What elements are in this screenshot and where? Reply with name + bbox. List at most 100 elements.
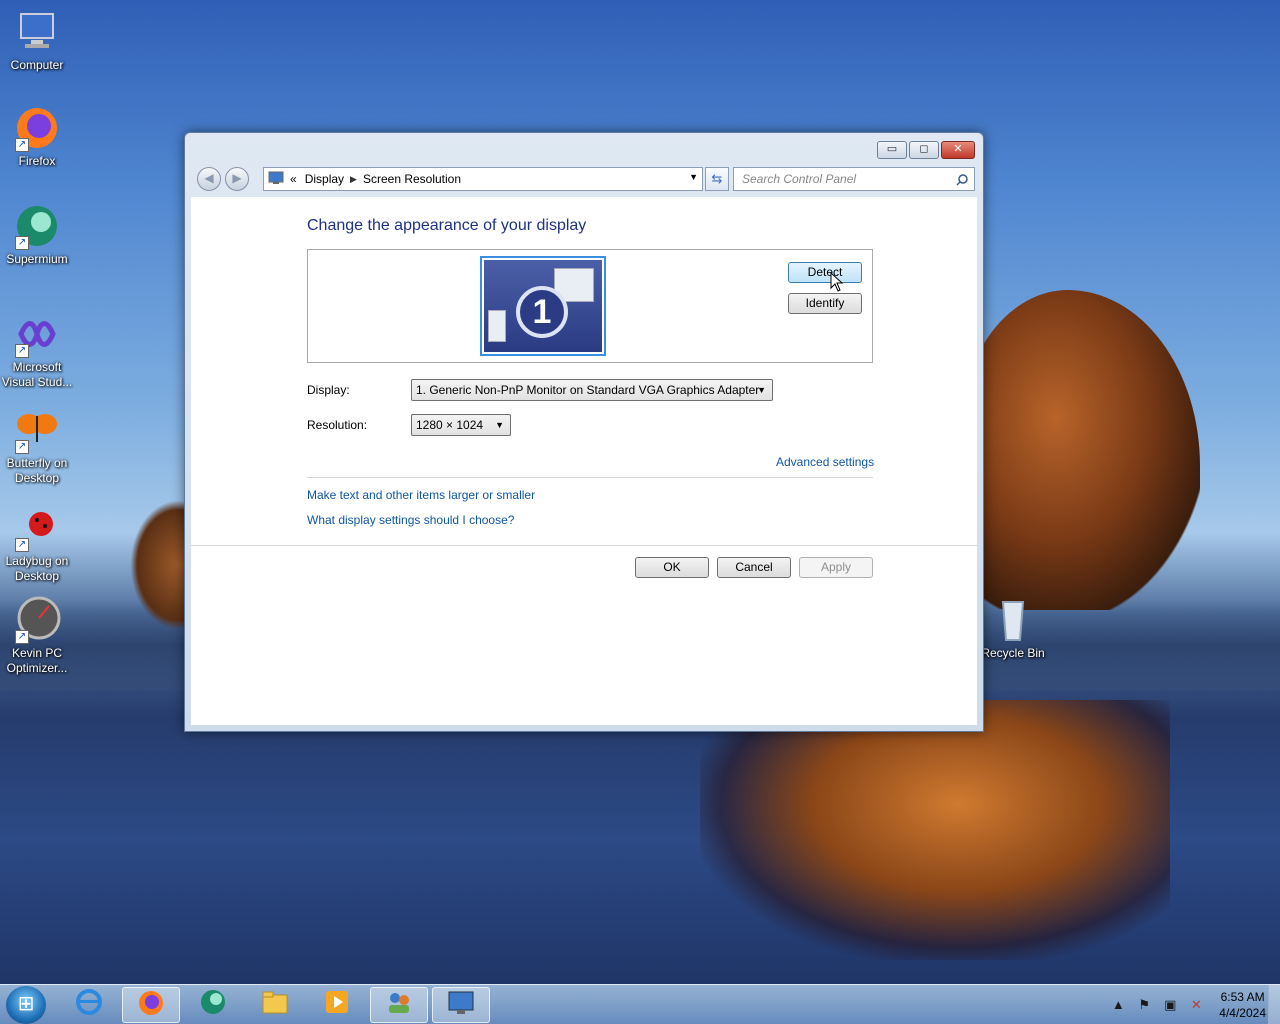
- forward-arrow-icon: ▶: [232, 171, 242, 185]
- taskbar-media-player[interactable]: [308, 987, 366, 1023]
- chevron-down-icon: ▼: [757, 385, 766, 395]
- search-input[interactable]: Search Control Panel: [733, 167, 975, 191]
- address-bar[interactable]: « Display ▶ Screen Resolution ▼: [263, 167, 703, 191]
- media-player-icon: [322, 991, 352, 1022]
- desktop-icon-label: Ladybug on Desktop: [5, 554, 69, 583]
- address-dropdown-icon[interactable]: ▼: [689, 172, 698, 182]
- desktop-icon-visual-studio[interactable]: ↗ Microsoft Visual Stud...: [0, 310, 74, 390]
- display-select[interactable]: 1. Generic Non-PnP Monitor on Standard V…: [411, 379, 773, 401]
- page-title: Change the appearance of your display: [307, 217, 587, 234]
- taskbar-firefox[interactable]: [122, 987, 180, 1023]
- taskbar-users-app[interactable]: [370, 987, 428, 1023]
- shortcut-arrow-icon: ↗: [15, 538, 29, 552]
- breadcrumb-display[interactable]: Display: [305, 172, 344, 186]
- taskbar-internet-explorer[interactable]: [60, 987, 118, 1023]
- computer-icon: [13, 8, 61, 56]
- clock[interactable]: 6:53 AM 4/4/2024: [1219, 989, 1266, 1021]
- wallpaper-reflection: [700, 700, 1170, 960]
- desktop-icon-pc-optimizer[interactable]: ↗ Kevin PC Optimizer...: [0, 596, 74, 676]
- refresh-icon: ⇆: [711, 171, 723, 186]
- resolution-select[interactable]: 1280 × 1024 ▼: [411, 414, 511, 436]
- display-label: Display:: [307, 383, 350, 397]
- taskbar-supermium[interactable]: [184, 987, 242, 1023]
- desktop-icon-label: Microsoft Visual Stud...: [1, 360, 73, 389]
- shortcut-arrow-icon: ↗: [15, 236, 29, 250]
- internet-explorer-icon: [74, 989, 104, 1022]
- shortcut-arrow-icon: ↗: [15, 344, 29, 358]
- divider: [307, 477, 873, 478]
- search-placeholder: Search Control Panel: [742, 172, 857, 186]
- mini-sidebar-icon: [488, 310, 506, 342]
- desktop-icon-butterfly[interactable]: ↗ Butterfly on Desktop: [0, 406, 74, 486]
- text-size-link[interactable]: Make text and other items larger or smal…: [307, 488, 535, 502]
- mouse-cursor-icon: [830, 271, 844, 295]
- desktop-icon-label: Kevin PC Optimizer...: [6, 646, 68, 675]
- ok-button[interactable]: OK: [635, 557, 709, 578]
- clock-time: 6:53 AM: [1220, 990, 1265, 1004]
- breadcrumb-screen-resolution[interactable]: Screen Resolution: [363, 172, 461, 186]
- minimize-button[interactable]: ▭: [877, 141, 907, 159]
- show-hidden-icons-icon[interactable]: ▲: [1109, 996, 1127, 1014]
- monitor-arrangement-panel: 1 Detect Identify: [307, 249, 873, 363]
- monitor-thumbnail[interactable]: 1: [480, 256, 606, 356]
- window-content: Change the appearance of your display 1 …: [191, 197, 977, 725]
- action-center-flag-icon[interactable]: ⚑: [1135, 996, 1153, 1014]
- butterfly-icon: ↗: [13, 406, 61, 454]
- taskbar-explorer[interactable]: [246, 987, 304, 1023]
- taskbar-control-panel[interactable]: [432, 987, 490, 1023]
- network-icon[interactable]: ▣: [1161, 996, 1179, 1014]
- control-panel-icon: [446, 991, 476, 1023]
- maximize-button[interactable]: ◻: [909, 141, 939, 159]
- firefox-icon: ↗: [13, 104, 61, 152]
- back-button[interactable]: ◀: [197, 167, 221, 191]
- close-button[interactable]: ✕: [941, 141, 975, 159]
- ladybug-icon: ↗: [13, 504, 61, 552]
- desktop-icon-label: Firefox: [18, 154, 56, 168]
- monitor-screen: 1: [484, 260, 602, 352]
- desktop-icon-label: Computer: [10, 58, 64, 72]
- screen-resolution-window: ▭ ◻ ✕ ◀ ▶ « Display ▶ Screen Resolution …: [184, 132, 984, 732]
- desktop-icon-label: Supermium: [6, 252, 68, 266]
- supermium-icon: [198, 990, 228, 1022]
- clock-date: 4/4/2024: [1219, 1006, 1266, 1020]
- wallpaper-rock: [960, 290, 1200, 610]
- window-controls: ▭ ◻ ✕: [877, 141, 975, 159]
- recycle-bin-icon: [989, 596, 1037, 644]
- desktop-icon-computer[interactable]: Computer: [0, 8, 74, 73]
- desktop-icon-ladybug[interactable]: ↗ Ladybug on Desktop: [0, 504, 74, 584]
- apply-button[interactable]: Apply: [799, 557, 873, 578]
- identify-button[interactable]: Identify: [788, 293, 862, 314]
- refresh-button[interactable]: ⇆: [705, 167, 729, 191]
- control-panel-icon: [268, 171, 284, 188]
- resolution-label: Resolution:: [307, 418, 368, 432]
- monitor-number: 1: [516, 286, 568, 338]
- system-tray: ▲ ⚑ ▣ ✕ 6:53 AM 4/4/2024: [1109, 989, 1266, 1021]
- divider: [191, 545, 977, 546]
- display-select-value: 1. Generic Non-PnP Monitor on Standard V…: [416, 383, 760, 397]
- back-arrow-icon: ◀: [204, 171, 214, 185]
- chevron-down-icon: ▼: [495, 420, 504, 430]
- shortcut-arrow-icon: ↗: [15, 440, 29, 454]
- desktop-icon-firefox[interactable]: ↗ Firefox: [0, 104, 74, 169]
- forward-button[interactable]: ▶: [225, 167, 249, 191]
- navigation-bar: ◀ ▶ « Display ▶ Screen Resolution ▼ ⇆ Se…: [193, 165, 975, 191]
- breadcrumb-separator-icon[interactable]: ▶: [350, 174, 357, 185]
- detect-button[interactable]: Detect: [788, 262, 862, 283]
- display-help-link[interactable]: What display settings should I choose?: [307, 513, 514, 527]
- gauge-icon: ↗: [13, 596, 61, 644]
- taskbar: ⊞ ▲ ⚑ ▣ ✕ 6:53 AM 4/4/2024: [0, 984, 1280, 1024]
- shortcut-arrow-icon: ↗: [15, 630, 29, 644]
- supermium-icon: ↗: [13, 202, 61, 250]
- desktop-icon-label: Recycle Bin: [981, 646, 1045, 660]
- show-desktop-button[interactable]: [1268, 985, 1280, 1024]
- advanced-settings-link[interactable]: Advanced settings: [776, 455, 874, 469]
- firefox-icon: [136, 991, 166, 1023]
- windows-logo-icon: ⊞: [17, 993, 35, 1015]
- desktop-icon-recycle-bin[interactable]: Recycle Bin: [976, 596, 1050, 661]
- cancel-button[interactable]: Cancel: [717, 557, 791, 578]
- search-icon[interactable]: [956, 171, 968, 186]
- address-prefix[interactable]: «: [290, 172, 297, 186]
- start-button[interactable]: ⊞: [6, 986, 46, 1024]
- desktop-icon-supermium[interactable]: ↗ Supermium: [0, 202, 74, 267]
- volume-muted-icon[interactable]: ✕: [1187, 996, 1205, 1014]
